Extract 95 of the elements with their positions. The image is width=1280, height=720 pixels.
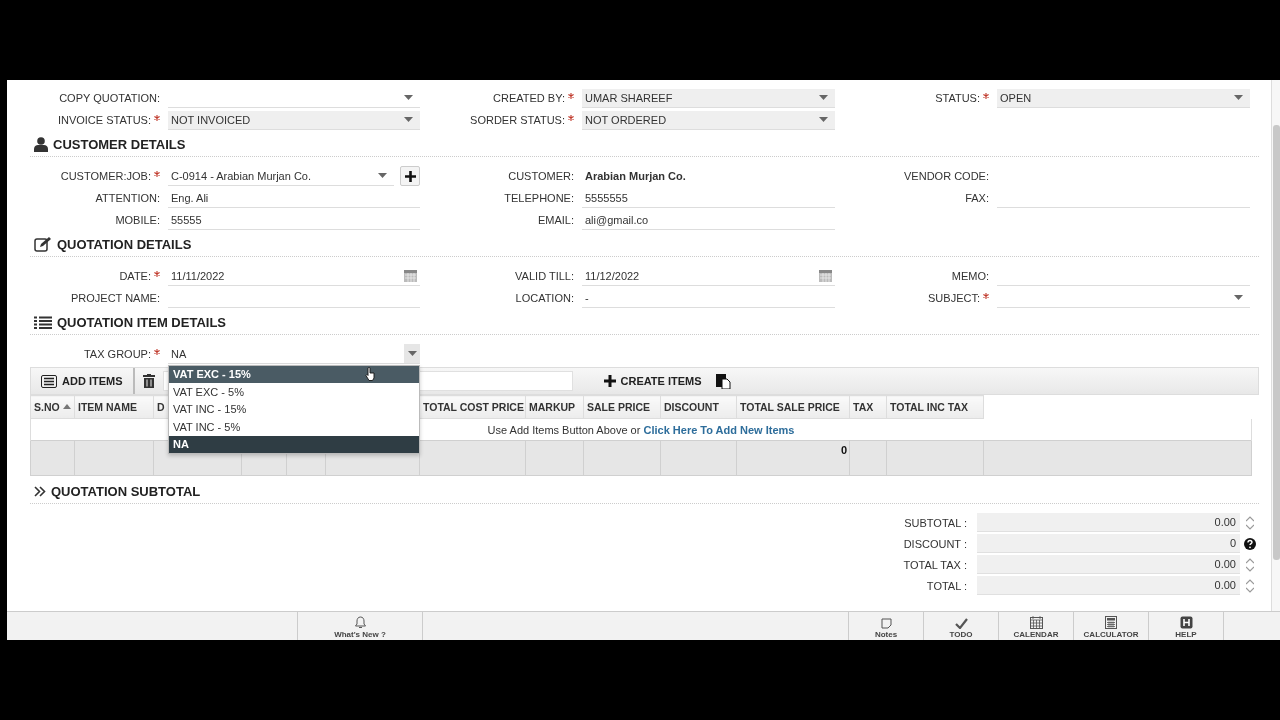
field-label: LOCATION: <box>515 292 574 304</box>
add-button[interactable] <box>400 166 420 186</box>
caret-icon <box>1234 295 1243 300</box>
edit-icon <box>34 236 52 252</box>
toolbar-button[interactable]: CALENDAR <box>998 612 1073 640</box>
dropdown-field[interactable]: C-0914 - Arabian Murjan Co. <box>168 166 394 186</box>
value-text: Arabian Murjan Co. <box>584 169 687 184</box>
text-field[interactable]: Eng. Ali <box>168 188 420 208</box>
toolbar-button[interactable]: CALCULATOR <box>1073 612 1148 640</box>
section-title: CUSTOMER DETAILS <box>53 136 186 152</box>
total-label: SUBTOTAL : <box>904 516 968 529</box>
caret-icon <box>819 95 828 100</box>
person-icon <box>34 136 48 152</box>
caret-icon <box>407 351 417 356</box>
field-label: EMAIL: <box>537 214 574 226</box>
dropdown-option[interactable]: NA <box>169 435 419 453</box>
column-header[interactable]: D <box>157 401 165 413</box>
scrollbar[interactable] <box>1271 80 1280 612</box>
list-icon <box>34 315 52 329</box>
field-label: MOBILE: <box>115 214 160 226</box>
dropdown-option[interactable]: VAT INC - 5% <box>169 418 419 436</box>
empty-message: Use Add Items Button Above or Click Here To Add New Items <box>487 423 795 436</box>
dropdown-field[interactable]: NA <box>168 344 420 364</box>
total-label: DISCOUNT : <box>903 537 968 550</box>
trash-icon <box>142 374 155 388</box>
caret-icon <box>819 117 828 122</box>
dropdown-option[interactable]: VAT EXC - 5% <box>169 383 419 401</box>
field-label: STATUS: <box>935 92 980 104</box>
field-label: TELEPHONE: <box>504 192 574 204</box>
caret-icon <box>404 95 413 100</box>
total-value: 0 <box>840 444 847 456</box>
date-field[interactable]: 11/11/2022 <box>168 266 420 286</box>
text-field[interactable]: ali@gmail.co <box>582 210 835 230</box>
text-field[interactable]: 55555 <box>168 210 420 230</box>
field-label: ATTENTION: <box>95 192 160 204</box>
paste-icon <box>715 373 731 389</box>
number-field[interactable]: 0.00 <box>977 555 1240 574</box>
field-label: INVOICE STATUS: <box>57 114 151 126</box>
caret-icon <box>1234 95 1243 100</box>
calendar-icon <box>404 269 417 282</box>
required-icon <box>983 93 989 99</box>
create-items-button[interactable]: CREATE ITEMS <box>597 367 708 395</box>
required-icon <box>983 293 989 299</box>
toolbar-button[interactable]: What's New ? <box>297 612 422 640</box>
list-icon <box>41 374 57 388</box>
section-title: QUOTATION SUBTOTAL <box>51 483 201 499</box>
field-label: MEMO: <box>951 270 989 282</box>
field-label: DATE: <box>119 270 151 282</box>
field-label: FAX: <box>965 192 989 204</box>
field-label: VENDOR CODE: <box>904 170 989 182</box>
calendar-icon <box>1029 616 1043 629</box>
number-field[interactable]: 0.00 <box>977 576 1240 595</box>
note-icon <box>880 618 892 629</box>
plus-icon <box>404 170 416 182</box>
field-label: VALID TILL: <box>515 270 574 282</box>
section-title: QUOTATION DETAILS <box>57 236 192 252</box>
required-icon <box>154 271 160 277</box>
bell-icon <box>353 616 367 629</box>
caret-icon <box>404 117 413 122</box>
double-chevron-icon <box>34 485 46 497</box>
calendar-icon <box>819 269 832 282</box>
number-field[interactable]: 0 <box>977 534 1240 553</box>
field-label: CUSTOMER:JOB: <box>60 170 151 182</box>
required-icon <box>568 115 574 121</box>
add-items-link[interactable]: Click Here To Add New Items <box>643 423 795 436</box>
section-title: QUOTATION ITEM DETAILS <box>57 314 226 330</box>
text-field[interactable]: - <box>582 288 835 308</box>
pointer-cursor-icon <box>365 367 375 382</box>
spinner-icon[interactable] <box>1245 578 1254 593</box>
plus-icon <box>603 375 616 387</box>
field-label: PROJECT NAME: <box>70 292 160 304</box>
dropdown-option[interactable]: VAT EXC - 15% <box>169 365 419 383</box>
spinner-icon[interactable] <box>1245 557 1254 572</box>
field-label: SUBJECT: <box>928 292 980 304</box>
date-field[interactable]: 11/12/2022 <box>582 266 835 286</box>
required-icon <box>154 115 160 121</box>
field-label: CUSTOMER: <box>508 170 574 182</box>
field-label: TAX GROUP: <box>83 348 151 360</box>
field-label: CREATED BY: <box>493 92 565 104</box>
required-icon <box>154 171 160 177</box>
toolbar-button[interactable]: HELP <box>1148 612 1223 640</box>
checkmark-icon <box>954 618 968 629</box>
toolbar-button[interactable]: Notes <box>848 612 923 640</box>
caret-icon <box>378 173 387 178</box>
total-label: TOTAL TAX : <box>903 558 968 571</box>
field-label: COPY QUOTATION: <box>59 92 160 104</box>
total-label: TOTAL : <box>926 579 968 592</box>
field-label: SORDER STATUS: <box>470 114 565 126</box>
toolbar-button[interactable]: TODO <box>923 612 998 640</box>
dropdown-option[interactable]: VAT INC - 15% <box>169 400 419 418</box>
number-field[interactable]: 0.00 <box>977 513 1240 532</box>
spinner-icon[interactable] <box>1245 515 1254 530</box>
text-field[interactable]: 5555555 <box>582 188 835 208</box>
required-icon <box>154 349 160 355</box>
required-icon <box>568 93 574 99</box>
